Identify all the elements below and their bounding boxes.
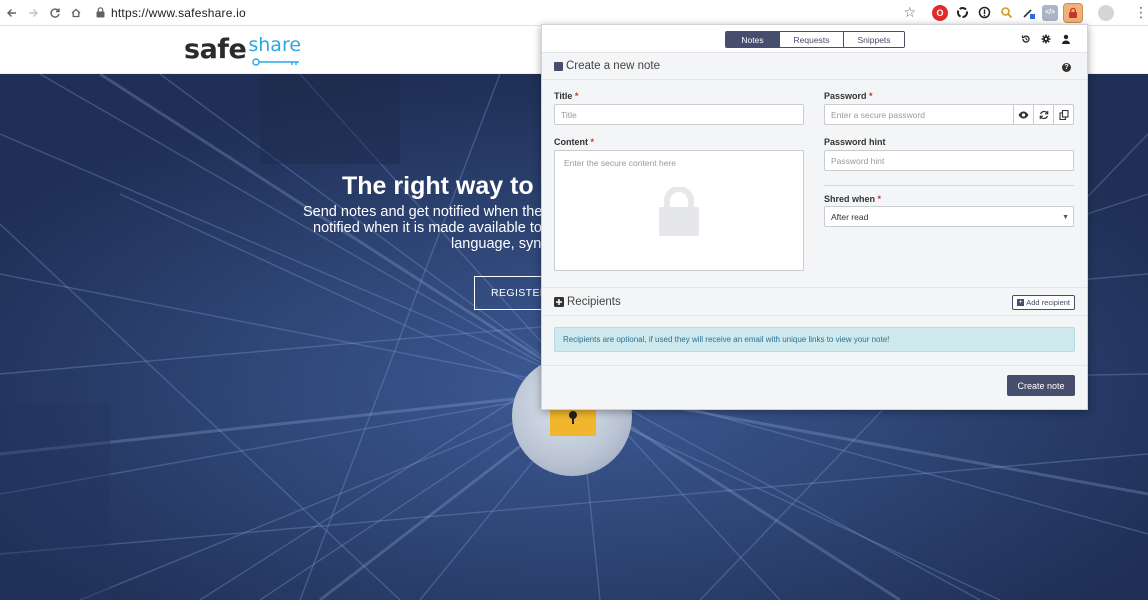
recipients-heading: Recipients: [554, 296, 621, 308]
password-placeholder: Enter a secure password: [831, 109, 926, 120]
extensions-bar: O </> ⋮: [932, 2, 1148, 23]
content-placeholder: Enter the secure content here: [564, 158, 676, 168]
note-icon: [554, 61, 563, 71]
content-textarea[interactable]: Enter the secure content here: [554, 150, 804, 271]
hero-subtitle-line-2: notified when it is made available to: [313, 220, 542, 236]
site-logo[interactable]: safe share: [184, 34, 301, 66]
sync-extension-icon[interactable]: [954, 4, 970, 21]
lock-watermark-icon: [659, 187, 699, 236]
password-hint-placeholder: Password hint: [831, 155, 885, 166]
password-input[interactable]: Enter a secure password: [824, 104, 1014, 125]
star-icon[interactable]: ☆: [903, 4, 916, 21]
recipients-info-alert: Recipients are optional, if used they wi…: [554, 327, 1075, 352]
lock-icon: [96, 7, 105, 18]
url-text: https://www.safeshare.io: [111, 5, 246, 20]
title-label: Title *: [554, 91, 579, 101]
title-placeholder: Title: [561, 109, 577, 120]
section-separator: [542, 287, 1087, 288]
plus-icon: +: [1017, 299, 1025, 306]
recipients-info-text: Recipients are optional, if used they wi…: [563, 335, 890, 344]
field-divider: [824, 185, 1074, 186]
tab-notes[interactable]: Notes: [726, 32, 779, 47]
add-recipient-button[interactable]: + Add recipient: [1012, 295, 1075, 310]
history-icon[interactable]: [1020, 33, 1031, 44]
browser-toolbar: https://www.safeshare.io ☆ O </> ⋮: [0, 0, 1148, 26]
reload-icon[interactable]: [45, 2, 65, 24]
section-separator: [542, 315, 1087, 316]
logo-accent-text: share: [248, 34, 302, 56]
code-extension-icon[interactable]: </>: [1042, 4, 1058, 21]
popup-tabs: Notes Requests Snippets: [725, 31, 905, 48]
hero-subtitle-line-3: language, synt: [451, 236, 546, 252]
password-hint-label: Password hint: [824, 137, 886, 147]
back-icon[interactable]: [2, 2, 22, 24]
create-note-heading: Create a new note: [554, 60, 660, 72]
eye-icon[interactable]: [1014, 104, 1034, 125]
forward-icon[interactable]: [24, 2, 44, 24]
section-separator: [542, 79, 1087, 80]
safeshare-popup: Notes Requests Snippets Create a new not…: [541, 24, 1088, 410]
tab-requests[interactable]: Requests: [779, 32, 843, 47]
address-bar[interactable]: https://www.safeshare.io ☆: [96, 1, 916, 24]
regenerate-icon[interactable]: [1034, 104, 1054, 125]
menu-dots-icon[interactable]: ⋮: [1134, 4, 1148, 21]
add-recipient-label: Add recipient: [1026, 298, 1070, 307]
popup-footer: [542, 365, 1087, 409]
password-hint-input[interactable]: Password hint: [824, 150, 1074, 171]
recipients-heading-text: Recipients: [567, 296, 621, 308]
hero-subtitle-line-1: Send notes and get notified when they: [303, 204, 550, 220]
create-note-heading-text: Create a new note: [566, 60, 660, 72]
password-label: Password *: [824, 91, 873, 101]
logo-main-text: safe: [184, 34, 247, 65]
content-label: Content *: [554, 137, 595, 147]
zoom-extension-icon[interactable]: [998, 4, 1014, 21]
gear-icon[interactable]: [1040, 33, 1051, 44]
popup-header: Notes Requests Snippets: [542, 25, 1087, 53]
opera-extension-icon[interactable]: O: [932, 4, 948, 21]
user-icon[interactable]: [1060, 33, 1071, 44]
home-icon[interactable]: [67, 2, 87, 24]
key-icon: [252, 58, 299, 66]
eyedropper-extension-icon[interactable]: [1020, 4, 1036, 21]
title-input[interactable]: Title: [554, 104, 804, 125]
shred-when-value: After read: [831, 211, 869, 222]
password-addons: [1014, 104, 1074, 125]
create-note-button[interactable]: Create note: [1007, 375, 1075, 396]
help-icon[interactable]: ?: [1062, 63, 1071, 72]
copy-icon[interactable]: [1054, 104, 1074, 125]
popup-header-icons: [1020, 33, 1071, 44]
profile-avatar[interactable]: [1098, 4, 1114, 21]
safeshare-extension-icon[interactable]: [1063, 2, 1083, 23]
caret-down-icon: ▼: [1062, 214, 1069, 221]
hero-title: The right way to sh: [342, 172, 570, 200]
tab-snippets[interactable]: Snippets: [843, 32, 904, 47]
plus-square-icon: [554, 297, 564, 307]
shred-when-label: Shred when *: [824, 194, 882, 204]
info-extension-icon[interactable]: [976, 4, 992, 21]
shred-when-select[interactable]: After read ▼: [824, 206, 1074, 227]
